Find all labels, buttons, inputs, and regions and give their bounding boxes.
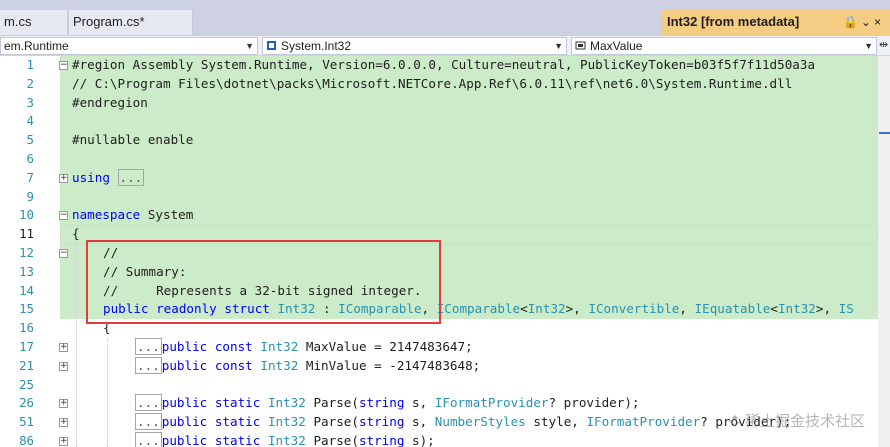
code-text: ... public const Int32 MinValue = -214748… <box>135 356 481 374</box>
code-line: 1 − #region Assembly System.Runtime, Ver… <box>0 56 878 75</box>
expand-icon[interactable]: + <box>59 418 68 428</box>
line-number: 15 <box>19 301 34 317</box>
expand-icon[interactable]: + <box>59 343 68 352</box>
code-line: 21 + ... public const Int32 MinValue = -2… <box>0 356 878 376</box>
code-text: ... public static Int32 Parse(string s); <box>135 432 435 447</box>
navigation-bar: em.Runtime ▼ System.Int32 ▼ MaxValue ▼ ⇹ <box>0 36 890 56</box>
document-tab-bar: m.cs Program.cs* Int32 [from metadata] 🔒… <box>0 0 890 35</box>
collapse-icon[interactable]: − <box>59 61 68 70</box>
code-text: { <box>72 226 80 242</box>
member-dropdown[interactable]: MaxValue ▼ <box>571 37 877 55</box>
line-number: 13 <box>19 263 34 279</box>
code-line: 7 + using ... <box>0 168 878 188</box>
tab-program-cs[interactable]: Program.cs* <box>69 10 193 35</box>
line-number: 12 <box>19 245 34 260</box>
code-text: #region Assembly System.Runtime, Version… <box>72 57 816 72</box>
line-number: 25 <box>19 376 34 392</box>
juejin-logo-icon <box>729 415 741 427</box>
chevron-down-icon: ▼ <box>554 41 563 51</box>
code-text: ... public static Int32 Parse(string s, I… <box>135 394 640 412</box>
line-number: 16 <box>19 320 34 336</box>
code-text: // C:\Program Files\dotnet\packs\Microso… <box>72 75 793 91</box>
code-line: 25 <box>0 376 878 395</box>
scroll-position-marker <box>879 132 890 134</box>
line-number: 14 <box>19 282 34 298</box>
line-number: 10 <box>19 207 34 223</box>
tab-label: Int32 [from metadata] <box>667 14 800 29</box>
indent-guide <box>76 244 77 447</box>
line-number: 9 <box>26 188 34 204</box>
watermark-text: 稀土掘金技术社区 <box>745 412 866 430</box>
type-label: System.Int32 <box>281 39 352 53</box>
line-number: 3 <box>26 94 34 110</box>
watermark: 稀土掘金技术社区 <box>728 410 865 431</box>
line-number: 21 <box>19 357 34 373</box>
line-number: 17 <box>19 339 34 354</box>
line-number: 2 <box>26 75 34 91</box>
code-line: 17 + ... public const Int32 MaxValue = 21… <box>0 338 878 357</box>
chevron-down-icon[interactable]: ⌄ <box>861 15 874 29</box>
collapsed-region[interactable]: ... <box>135 356 162 374</box>
tab-int32-metadata[interactable]: Int32 [from metadata] 🔒⌄× <box>661 10 890 35</box>
split-icon[interactable]: ⇹ <box>879 38 888 51</box>
code-text: namespace System <box>72 207 194 223</box>
expand-icon[interactable]: + <box>59 361 68 371</box>
line-number: 26 <box>19 395 34 411</box>
code-line: 5 #nullable enable <box>0 131 878 150</box>
tab-actions: 🔒⌄× <box>843 10 884 34</box>
collapsed-region[interactable]: ... <box>135 413 162 431</box>
line-number: 51 <box>19 414 34 430</box>
code-line: 6 <box>0 150 878 169</box>
line-number: 11 <box>19 226 34 242</box>
close-icon[interactable]: × <box>874 15 884 29</box>
line-number: 1 <box>26 57 34 72</box>
chevron-down-icon: ▼ <box>864 41 873 51</box>
collapsed-region[interactable]: ... <box>117 168 145 186</box>
type-dropdown[interactable]: System.Int32 ▼ <box>262 37 567 55</box>
code-line: 86 + ... public static Int32 Parse(string… <box>0 432 878 447</box>
collapse-icon[interactable]: − <box>59 211 68 221</box>
line-number: 4 <box>26 113 34 129</box>
code-line: 4 <box>0 112 878 132</box>
expand-icon[interactable]: + <box>59 173 68 183</box>
code-text: ... public const Int32 MaxValue = 2147483… <box>135 338 473 355</box>
collapse-icon[interactable]: − <box>59 249 68 258</box>
collapsed-region[interactable]: ... <box>135 432 162 447</box>
code-line: 9 <box>0 187 878 207</box>
line-number: 86 <box>19 433 34 447</box>
line-number: 6 <box>26 151 34 166</box>
collapsed-region[interactable]: ... <box>135 394 162 412</box>
lock-icon: 🔒 <box>842 15 861 29</box>
code-text: using ... <box>72 168 145 186</box>
code-line: 10 − namespace System <box>0 206 878 226</box>
code-line: 3 #endregion <box>0 93 878 113</box>
code-text: #endregion <box>72 94 148 110</box>
highlight-box <box>86 240 441 324</box>
line-number: 7 <box>26 169 34 185</box>
field-icon <box>575 41 586 50</box>
code-text: #nullable enable <box>72 132 194 148</box>
vertical-scrollbar[interactable] <box>878 56 890 447</box>
expand-icon[interactable]: + <box>59 399 68 409</box>
code-line: 2 // C:\Program Files\dotnet\packs\Micro… <box>0 74 878 94</box>
chevron-down-icon: ▼ <box>245 41 254 51</box>
project-dropdown[interactable]: em.Runtime ▼ <box>0 37 258 55</box>
tab-label: Program.cs* <box>73 14 145 29</box>
struct-icon <box>267 41 276 50</box>
member-label: MaxValue <box>590 39 643 53</box>
indent-guide <box>107 338 108 447</box>
code-text: ... public static Int32 Parse(string s, N… <box>135 413 792 431</box>
expand-icon[interactable]: + <box>59 437 68 446</box>
collapsed-region[interactable]: ... <box>135 338 162 355</box>
line-number: 5 <box>26 132 34 148</box>
tab-label: m.cs <box>4 14 32 29</box>
project-label: em.Runtime <box>4 39 69 53</box>
tab-file-cs[interactable]: m.cs <box>0 10 68 35</box>
